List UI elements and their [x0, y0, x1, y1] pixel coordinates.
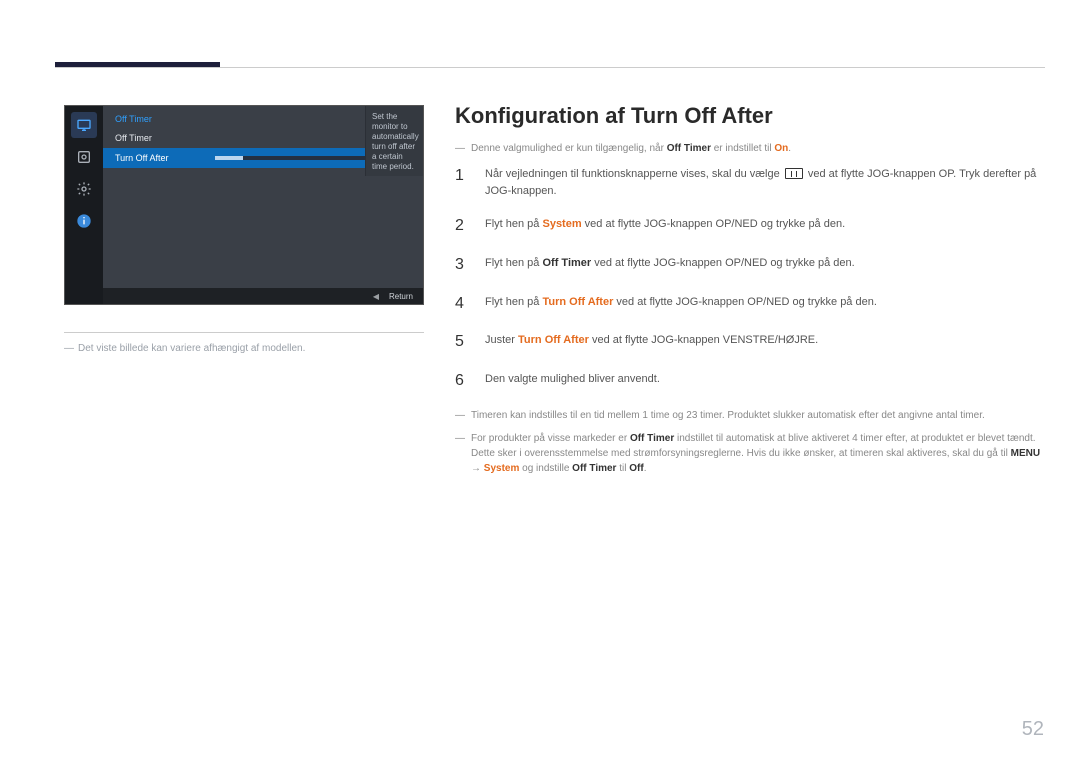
caption-text: Det viste billede kan variere afhængigt … [78, 343, 305, 354]
page-title: Konfiguration af Turn Off After [455, 103, 1045, 129]
menu-box-icon [785, 168, 803, 179]
step-orange: Turn Off After [518, 334, 589, 346]
step-text: Flyt hen på [485, 257, 542, 269]
note-bold: Off [629, 463, 643, 474]
step-text: Den valgte mulighed bliver anvendt. [485, 373, 660, 385]
left-arrow-icon: ◀ [373, 292, 379, 301]
osd-row-label: Off Timer [115, 133, 205, 143]
step-5: 5 Juster Turn Off After ved at flytte JO… [455, 330, 1045, 355]
osd-return-label: Return [389, 292, 413, 301]
note-text: er indstillet til [711, 143, 774, 154]
osd-sidebar [65, 106, 103, 304]
step-text: ved at flytte JOG-knappen OP/NED og tryk… [582, 218, 846, 230]
bottom-note-1: ― Timeren kan indstilles til en tid mell… [455, 408, 1045, 423]
step-3: 3 Flyt hen på Off Timer ved at flytte JO… [455, 253, 1045, 278]
osd-slider-fill [215, 156, 243, 160]
step-text: Juster [485, 334, 518, 346]
step-text: ved at flytte JOG-knappen VENSTRE/HØJRE. [589, 334, 818, 346]
note-text: For produkter på visse markeder er [471, 433, 630, 444]
step-orange: System [542, 218, 581, 230]
step-number: 6 [455, 369, 469, 394]
bottom-note-2: ― For produkter på visse markeder er Off… [455, 431, 1045, 476]
osd-row-label: Turn Off After [115, 153, 205, 163]
header-divider [55, 67, 1045, 68]
step-text: Flyt hen på [485, 296, 542, 308]
step-number: 3 [455, 253, 469, 278]
note-orange: On [774, 143, 788, 154]
image-caption: ―Det viste billede kan variere afhængigt… [64, 332, 424, 354]
note-text: og indstille [519, 463, 572, 474]
note-text: . [644, 463, 647, 474]
step-number: 4 [455, 292, 469, 317]
step-bold: Off Timer [542, 257, 591, 269]
step-1: 1 Når vejledningen til funktionsknappern… [455, 164, 1045, 200]
osd-footer: ◀ Return [103, 288, 423, 304]
step-orange: Turn Off After [542, 296, 613, 308]
picture-icon [71, 144, 97, 170]
note-text: Denne valgmulighed er kun tilgængelig, n… [471, 143, 667, 154]
step-2: 2 Flyt hen på System ved at flytte JOG-k… [455, 214, 1045, 239]
step-text: ved at flytte JOG-knappen OP/NED og tryk… [591, 257, 855, 269]
page-number: 52 [1022, 718, 1044, 741]
note-bold: MENU [1011, 448, 1040, 459]
gear-icon [71, 176, 97, 202]
step-text: Flyt hen på [485, 218, 542, 230]
note-bold: Off Timer [572, 463, 616, 474]
step-text: ved at flytte JOG-knappen OP/NED og tryk… [613, 296, 877, 308]
step-6: 6 Den valgte mulighed bliver anvendt. [455, 369, 1045, 394]
step-number: 2 [455, 214, 469, 239]
osd-hint-text: Set the monitor to automatically turn of… [365, 106, 423, 176]
note-bold: Off Timer [667, 143, 711, 154]
osd-screenshot: Off Timer Off Timer On Turn Off After 4h… [64, 105, 424, 305]
note-text: Timeren kan indstilles til en tid mellem… [471, 408, 1045, 423]
note-text: til [616, 463, 629, 474]
step-number: 5 [455, 330, 469, 355]
monitor-icon [71, 112, 97, 138]
steps-list: 1 Når vejledningen til funktionsknappern… [455, 164, 1045, 394]
note-text: . [788, 143, 791, 154]
info-icon [71, 208, 97, 234]
main-content: Konfiguration af Turn Off After ― Denne … [455, 103, 1045, 484]
availability-note: ― Denne valgmulighed er kun tilgængelig,… [455, 141, 1045, 156]
step-4: 4 Flyt hen på Turn Off After ved at flyt… [455, 292, 1045, 317]
step-text: Når vejledningen til funktionsknapperne … [485, 168, 783, 180]
note-orange: System [484, 463, 520, 474]
osd-slider [215, 156, 369, 160]
step-number: 1 [455, 164, 469, 200]
osd-body: Off Timer Off Timer On Turn Off After 4h… [103, 106, 423, 304]
note-bold: Off Timer [630, 433, 674, 444]
